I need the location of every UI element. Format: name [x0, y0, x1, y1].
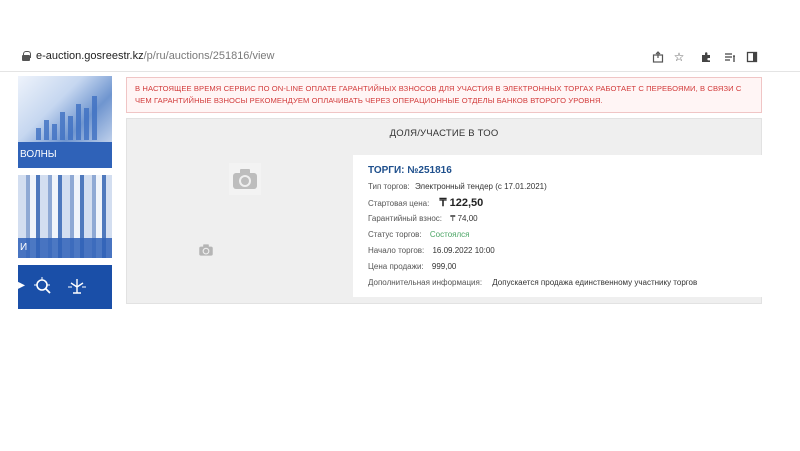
row-guarantee: Гарантийный взнос: ₸ 74,00: [368, 214, 478, 223]
sidebar-icon[interactable]: [744, 49, 760, 65]
sale-price-label: Цена продажи:: [368, 262, 424, 271]
start-date-value: 16.09.2022 10:00: [432, 246, 495, 255]
camera-icon[interactable]: [229, 163, 261, 195]
status-value: Состоялся: [429, 230, 470, 239]
start-date-label: Начало торгов:: [368, 246, 425, 255]
warning-message: В НАСТОЯЩЕЕ ВРЕМЯ СЕРВИС ПО ON-LINE ОПЛА…: [126, 77, 762, 113]
star-icon[interactable]: ☆: [671, 49, 687, 65]
trade-type-value: Электронный тендер (с 17.01.2021): [414, 182, 547, 191]
row-status: Статус торгов: Состоялся: [368, 230, 469, 239]
banner-image-1[interactable]: ВОЛНЫ: [18, 76, 112, 168]
arrow-icon: ▸: [18, 277, 26, 293]
lot-details-card: ТОРГИ: №251816 Тип торгов: Электронный т…: [353, 155, 763, 297]
start-price-value: ₸ 122,50: [439, 197, 484, 209]
row-start-date: Начало торгов: 16.09.2022 10:00: [368, 246, 495, 255]
banner-caption-2: И: [18, 238, 112, 258]
url-host: e-auction.gosreestr.kz: [36, 50, 144, 62]
auction-panel: ДОЛЯ/УЧАСТИЕ В ТОО ТОРГИ: №251816 Тип то…: [126, 118, 763, 304]
antenna-icon: [66, 277, 88, 299]
banner-caption-1: ВОЛНЫ: [18, 142, 112, 168]
sale-price-value: 999,00: [431, 262, 457, 271]
row-sale-price: Цена продажи: 999,00: [368, 262, 456, 271]
guarantee-value: ₸ 74,00: [450, 214, 478, 223]
reading-list-icon[interactable]: [722, 49, 738, 65]
camera-small-icon[interactable]: [197, 241, 215, 259]
banner-image-3[interactable]: ▸: [18, 265, 112, 309]
additional-info-value: Допускается продажа единственному участн…: [492, 278, 698, 287]
start-price-label: Стартовая цена:: [368, 199, 430, 208]
browser-address-bar[interactable]: e-auction.gosreestr.kz/p/ru/auctions/251…: [0, 44, 800, 72]
page-title: ДОЛЯ/УЧАСТИЕ В ТОО: [389, 128, 499, 139]
guarantee-label: Гарантийный взнос:: [368, 214, 443, 223]
share-icon[interactable]: [650, 49, 666, 65]
status-label: Статус торгов:: [368, 230, 422, 239]
url-path: /p/ru/auctions/251816/view: [143, 50, 275, 62]
search-icon: [32, 277, 54, 299]
chart-decoration: [36, 90, 106, 140]
row-trade-type: Тип торгов: Электронный тендер (с 17.01.…: [368, 182, 547, 191]
row-additional-info: Дополнительная информация: Допускается п…: [368, 278, 697, 287]
lot-title[interactable]: ТОРГИ: №251816: [368, 165, 452, 176]
row-start-price: Стартовая цена: ₸ 122,50: [368, 196, 483, 209]
lock-icon[interactable]: [22, 51, 31, 61]
additional-info-label: Дополнительная информация:: [368, 278, 483, 287]
extension-icon[interactable]: [698, 49, 714, 65]
trade-type-label: Тип торгов:: [368, 182, 410, 191]
url-field[interactable]: e-auction.gosreestr.kz/p/ru/auctions/251…: [36, 50, 275, 62]
banner-image-2[interactable]: И: [18, 175, 112, 258]
